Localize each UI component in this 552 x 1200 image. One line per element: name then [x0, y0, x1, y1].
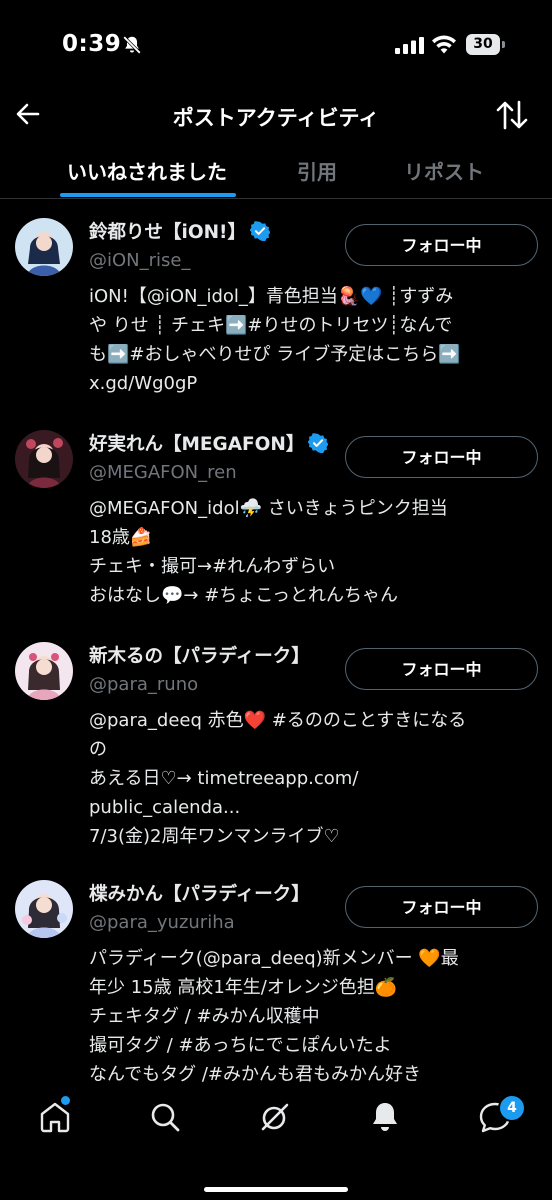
- messages-badge: 4: [498, 1094, 526, 1122]
- following-button[interactable]: フォロー中: [345, 436, 538, 478]
- user-name-line: 新木るの【パラディーク】: [89, 642, 310, 670]
- user-bio: iON!【@iON_idol_】青色担当🪼💙 ┊すずみ や りせ ┊ チェキ➡️…: [89, 282, 529, 398]
- bio-line: 撮可タグ / #あっちにでこぽんいたよ: [89, 1035, 392, 1056]
- tab-bar: いいねされました 引用 リポスト: [0, 148, 552, 199]
- status-time: 0:39: [62, 31, 122, 57]
- page-title: ポストアクティビティ: [172, 106, 380, 130]
- home-unread-dot: [61, 1096, 70, 1105]
- silent-bell-icon: [123, 36, 141, 54]
- bio-line: 18歳🍰: [89, 527, 153, 548]
- home-indicator: [204, 1187, 348, 1192]
- user-row[interactable]: 楪みかん【パラディーク】 @para_yuzuriha フォロー中 パラディーク…: [0, 880, 552, 1085]
- sort-icon[interactable]: [494, 98, 530, 132]
- user-name[interactable]: 新木るの【パラディーク】: [89, 646, 310, 667]
- bio-line: public_calenda...: [89, 797, 241, 818]
- user-handle: @iON_rise_: [89, 250, 191, 271]
- wifi-icon: [432, 35, 456, 54]
- grok-icon[interactable]: [255, 1097, 295, 1137]
- bio-line: チェキタグ / #みかん収穫中: [89, 1006, 320, 1027]
- user-bio: @para_deeq 赤色❤️ #るののことすきになる の あえる日♡→ tim…: [89, 706, 529, 851]
- following-button[interactable]: フォロー中: [345, 224, 538, 266]
- verified-badge-icon: [308, 433, 329, 453]
- bio-line: iON!【@iON_idol_】青色担当🪼💙 ┊すずみ: [89, 286, 454, 307]
- following-button[interactable]: フォロー中: [345, 648, 538, 690]
- bio-line: チェキ・撮可→#れんわずらい: [89, 556, 336, 577]
- bottom-navigation: [0, 1085, 552, 1200]
- following-button[interactable]: フォロー中: [345, 886, 538, 928]
- user-row[interactable]: 好実れん【MEGAFON】 @MEGAFON_ren フォロー中 @MEGAFO…: [0, 430, 552, 610]
- status-bar: 0:39 30: [0, 0, 552, 90]
- user-handle: @MEGAFON_ren: [89, 462, 237, 483]
- cellular-signal-icon: [395, 37, 424, 54]
- bio-line: おはなし💬→ #ちょこっとれんちゃん: [89, 585, 399, 606]
- bio-line: パラディーク(@para_deeq)新メンバー 🧡最: [89, 948, 459, 969]
- user-row[interactable]: 新木るの【パラディーク】 @para_runo フォロー中 @para_deeq…: [0, 642, 552, 852]
- user-row[interactable]: 鈴都りせ【iON!】 @iON_rise_ フォロー中 iON!【@iON_id…: [0, 218, 552, 398]
- bio-line: 7/3(金)2周年ワンマンライブ♡: [89, 826, 340, 847]
- user-name[interactable]: 好実れん【MEGAFON】: [89, 434, 304, 455]
- header: ポストアクティビティ: [0, 90, 552, 150]
- notifications-icon[interactable]: [365, 1097, 405, 1137]
- battery-cap: [502, 41, 505, 48]
- bio-line: あえる日♡→ timetreeapp.com/: [89, 768, 359, 789]
- bio-line: の: [89, 739, 107, 760]
- user-name-line: 好実れん【MEGAFON】: [89, 430, 329, 458]
- avatar[interactable]: [15, 218, 73, 276]
- user-name[interactable]: 鈴都りせ【iON!】: [89, 222, 246, 243]
- bio-line: @para_deeq 赤色❤️ #るののことすきになる: [89, 710, 467, 731]
- tab-quotes[interactable]: 引用: [297, 156, 337, 185]
- user-bio: パラディーク(@para_deeq)新メンバー 🧡最 年少 15歳 高校1年生/…: [89, 944, 529, 1089]
- tab-reposts[interactable]: リポスト: [404, 156, 484, 185]
- user-handle: @para_runo: [89, 674, 199, 695]
- battery-icon: 30: [466, 34, 506, 56]
- avatar[interactable]: [15, 430, 73, 488]
- user-name[interactable]: 楪みかん【パラディーク】: [89, 884, 310, 905]
- tab-liked[interactable]: いいねされました: [67, 156, 227, 185]
- active-tab-indicator: [60, 193, 236, 197]
- user-name-line: 楪みかん【パラディーク】: [89, 880, 310, 908]
- user-name-line: 鈴都りせ【iON!】: [89, 218, 270, 246]
- bio-line: @MEGAFON_idol⛈️ さいきょうピンク担当: [89, 498, 448, 519]
- bio-line: も➡️#おしゃべりせぴ ライブ予定はこちら➡️: [89, 344, 461, 365]
- bio-line: x.gd/Wg0gP: [89, 373, 198, 394]
- verified-badge-icon: [250, 221, 270, 241]
- user-handle: @para_yuzuriha: [89, 912, 235, 933]
- avatar[interactable]: [15, 880, 73, 938]
- search-icon[interactable]: [145, 1097, 185, 1137]
- user-bio: @MEGAFON_idol⛈️ さいきょうピンク担当 18歳🍰 チェキ・撮可→#…: [89, 494, 529, 610]
- bio-line: や りせ ┊ チェキ➡️#りせのトリセツ┊なんで: [89, 315, 453, 336]
- battery-level: 30: [466, 34, 500, 55]
- bio-line: 年少 15歳 高校1年生/オレンジ色担🍊: [89, 977, 398, 998]
- avatar[interactable]: [15, 642, 73, 700]
